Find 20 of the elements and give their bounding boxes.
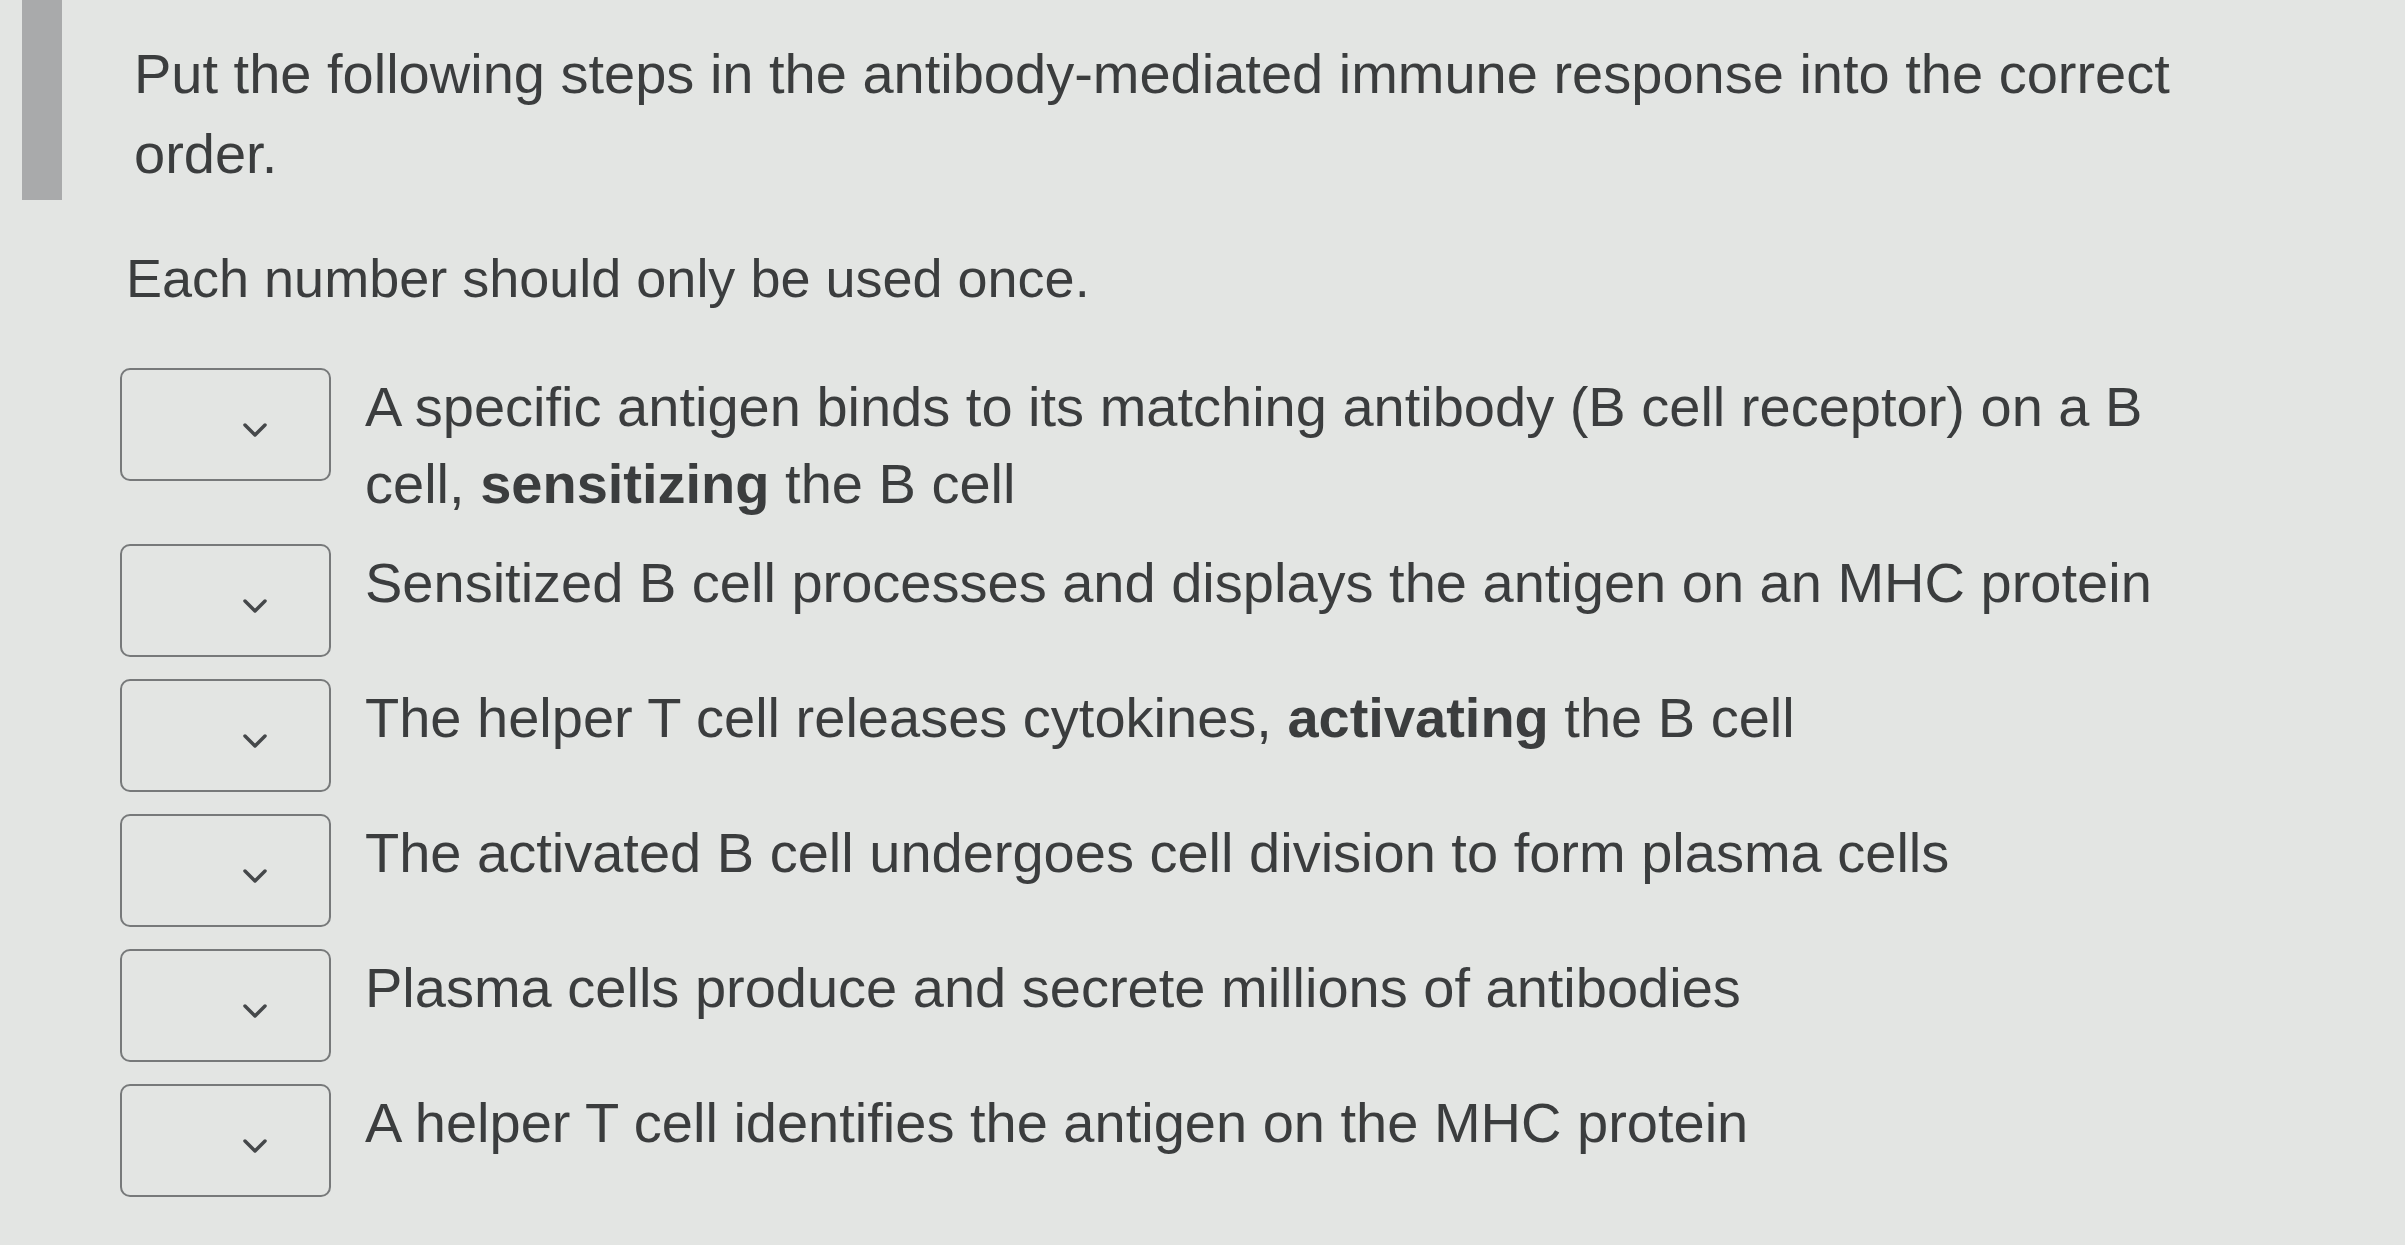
order-dropdown[interactable] — [120, 949, 331, 1062]
order-dropdown[interactable] — [120, 679, 331, 792]
step-text: The activated B cell undergoes cell division to form plasma cells — [365, 820, 1950, 886]
chevron-down-icon — [243, 733, 267, 748]
order-dropdown[interactable] — [120, 544, 331, 657]
question-instruction: Each number should only be used once. — [126, 247, 1091, 310]
step-text: The helper T cell releases cytokines, activating the B cell — [365, 685, 1795, 751]
chevron-down-icon — [243, 868, 267, 883]
chevron-down-icon — [243, 1003, 267, 1018]
order-dropdown[interactable] — [120, 368, 331, 481]
step-text: A specific antigen binds to its matching antibody (B cell receptor) on a B cell, sensitizing the B cell — [365, 374, 2144, 517]
order-dropdown[interactable] — [120, 1084, 331, 1197]
step-text: Sensitized B cell processes and displays the antigen on an MHC protein — [365, 550, 2152, 616]
chevron-down-icon — [243, 422, 267, 437]
chevron-down-icon — [243, 1138, 267, 1153]
chevron-down-icon — [243, 598, 267, 613]
step-text: A helper T cell identifies the antigen on the MHC protein — [365, 1090, 1749, 1156]
step-text: Plasma cells produce and secrete millions of antibodies — [365, 955, 1741, 1021]
order-dropdown[interactable] — [120, 814, 331, 927]
question-prompt: Put the following steps in the antibody-mediated immune response into the correct order. — [134, 41, 2171, 187]
